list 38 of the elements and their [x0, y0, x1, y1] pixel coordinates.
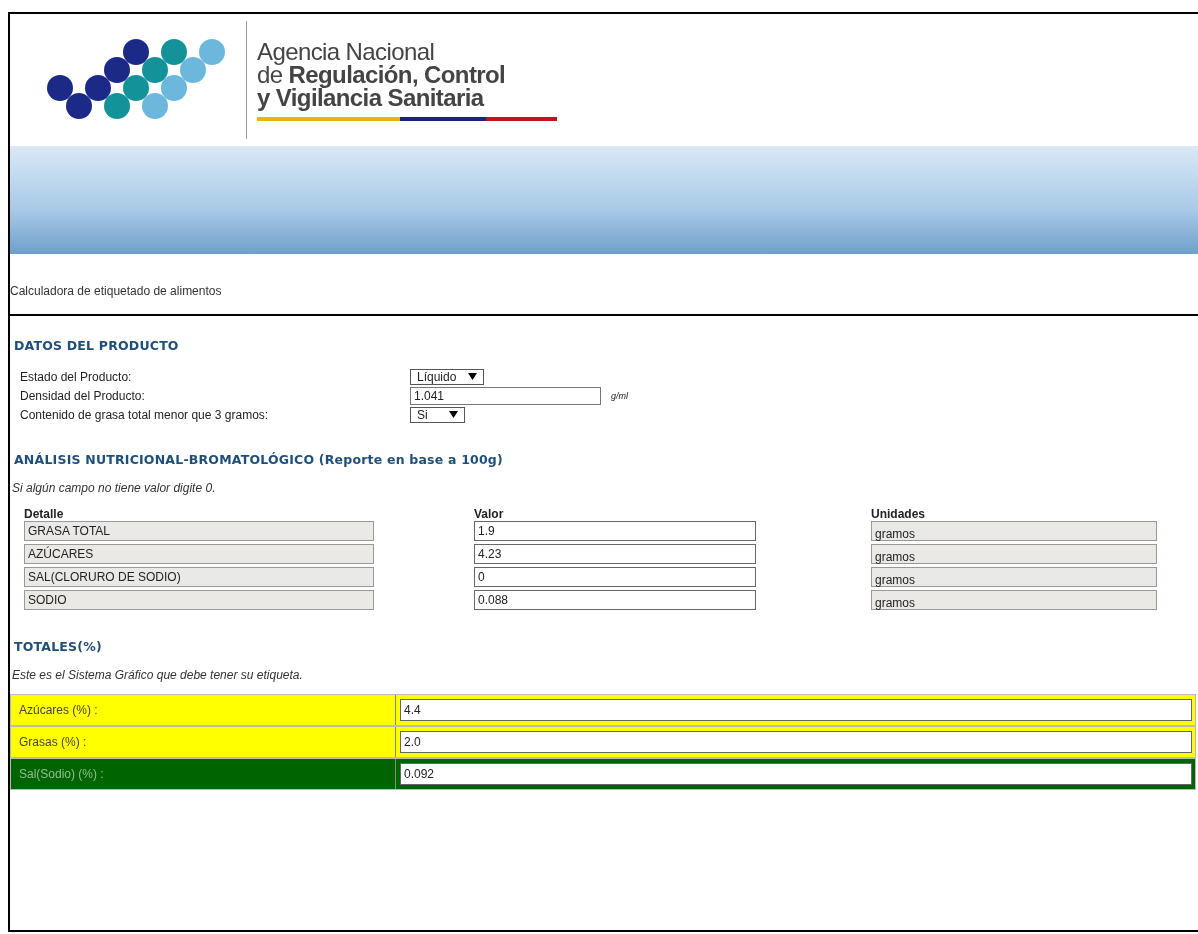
page-title: Calculadora de etiquetado de alimentos — [10, 283, 223, 300]
unit-label: g/ml — [611, 390, 628, 401]
detail-cell: SODIO — [24, 590, 374, 610]
instruction-text: Este es el Sistema Gráfico que debe tener su etiqueta. — [12, 668, 304, 682]
detail-cell: AZÚCARES — [24, 544, 374, 564]
unit-cell: gramos — [871, 544, 1157, 564]
value-input[interactable]: 4.23 — [474, 544, 756, 564]
caret-icon — [449, 411, 458, 418]
column-header: Valor — [474, 507, 505, 521]
total-label: Grasas (%) : — [11, 727, 396, 757]
value-input[interactable]: 0 — [474, 567, 756, 587]
total-value-field[interactable]: 2.0 — [400, 731, 1192, 753]
field-label: Estado del Producto: — [20, 369, 133, 384]
state-dropdown[interactable]: Líquido — [410, 368, 485, 385]
detail-cell: SAL(CLORURO DE SODIO) — [24, 567, 374, 587]
column-header: Unidades — [871, 507, 926, 521]
value-input[interactable]: 0.088 — [474, 590, 756, 610]
column-header: Detalle — [24, 507, 65, 521]
state-dropdown[interactable]: Si — [410, 406, 465, 423]
total-label: Azúcares (%) : — [11, 695, 396, 725]
field-label: Densidad del Producto: — [20, 388, 146, 403]
field-label: Contenido de grasa total menor que 3 gramos: — [20, 407, 270, 422]
value-input[interactable]: 1.9 — [474, 521, 756, 541]
total-value-field[interactable]: 4.4 — [400, 699, 1192, 721]
total-label: Sal(Sodio) (%) : — [11, 759, 396, 789]
unit-cell: gramos — [871, 590, 1157, 610]
logo-icon — [46, 38, 228, 122]
caret-icon — [468, 373, 478, 380]
unit-cell: gramos — [871, 521, 1157, 541]
unit-cell: gramos — [871, 567, 1157, 587]
total-value-field[interactable]: 0.092 — [400, 763, 1192, 785]
section-title: DATOS DEL PRODUCTO — [14, 338, 180, 353]
agency-name-line: Agencia Nacional — [257, 39, 436, 63]
density-input[interactable]: 1.041 — [410, 386, 601, 405]
detail-cell: GRASA TOTAL — [24, 521, 374, 541]
section-title: ANÁLISIS NUTRICIONAL-BROMATOLÓGICO (Reporte en base a 100g) — [14, 452, 504, 467]
section-title: TOTALES(%) — [14, 639, 103, 654]
instruction-text: Si algún campo no tiene valor digite 0. — [12, 481, 217, 495]
